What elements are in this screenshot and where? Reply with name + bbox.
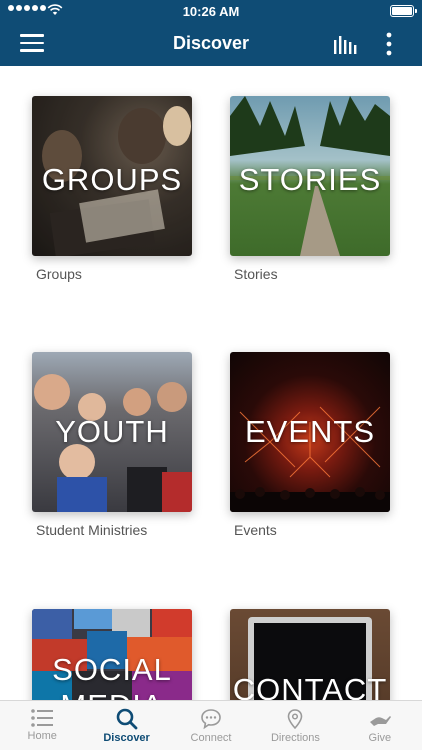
tab-directions-label: Directions (270, 732, 320, 744)
events-image: EVENTS (230, 352, 390, 512)
status-bar: 10:26 AM (0, 0, 422, 22)
tile-social-media-title: SOCIAL MEDIA (52, 652, 172, 700)
hand-icon (369, 716, 391, 726)
top-bar: 10:26 AM Discover (0, 0, 422, 66)
tile-stories-title: STORIES (238, 162, 382, 197)
battery-icon (390, 5, 417, 17)
tab-discover[interactable]: Discover (84, 701, 168, 750)
tab-connect-label: Connect (190, 732, 232, 744)
tile-social-media[interactable]: SOCIAL MEDIA (32, 609, 192, 700)
groups-image: GROUPS (32, 96, 192, 256)
tile-groups-title: GROUPS (41, 162, 183, 197)
stories-image: STORIES (230, 96, 390, 256)
social-media-image: SOCIAL MEDIA (32, 609, 192, 700)
tile-events-title: EVENTS (244, 414, 376, 449)
search-icon (116, 708, 138, 730)
page-title: Discover (172, 33, 250, 53)
tile-stories-caption: Stories (234, 266, 278, 282)
status-time: 10:26 AM (182, 4, 240, 19)
pin-icon (288, 709, 303, 730)
stats-icon[interactable] (333, 34, 357, 54)
tile-youth-title: YOUTH (55, 414, 169, 449)
tile-groups[interactable]: GROUPS Groups (32, 96, 192, 282)
tile-youth-caption: Student Ministries (36, 522, 148, 538)
navigation-bar: Discover (0, 22, 422, 66)
tab-discover-label: Discover (103, 732, 150, 744)
tab-directions[interactable]: Directions (253, 701, 337, 750)
tile-contact-title: CONTACT (232, 672, 388, 700)
discover-grid: GROUPS Groups STORIES Stories YOUTH Stud… (0, 66, 422, 700)
chat-icon (201, 709, 221, 730)
tab-home[interactable]: Home (0, 701, 84, 750)
tile-groups-caption: Groups (36, 266, 82, 282)
tile-youth[interactable]: YOUTH Student Ministries (32, 352, 192, 538)
app-screen: 10:26 AM Discover GROUPS Groups STORIES … (0, 0, 422, 750)
tile-stories[interactable]: STORIES Stories (230, 96, 390, 282)
tab-give-label: Give (368, 732, 392, 744)
contact-image: CONTACT (230, 609, 390, 700)
youth-image: YOUTH (32, 352, 192, 512)
tile-events[interactable]: EVENTS Events (230, 352, 390, 538)
tab-bar: Home Discover Connect Directions Give (0, 700, 422, 750)
list-icon (31, 709, 54, 727)
tile-contact[interactable]: CONTACT (230, 609, 390, 700)
tab-connect[interactable]: Connect (169, 701, 253, 750)
tile-events-caption: Events (234, 522, 277, 538)
tab-home-label: Home (27, 730, 57, 742)
more-vertical-icon[interactable] (384, 32, 394, 56)
tab-give[interactable]: Give (338, 701, 422, 750)
